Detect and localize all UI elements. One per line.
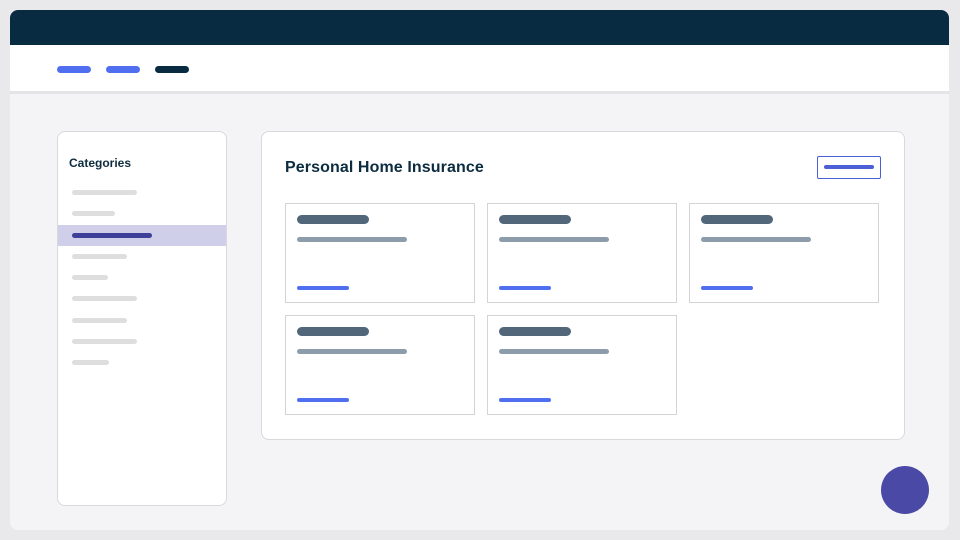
nav-link-current[interactable] (155, 66, 189, 73)
product-card[interactable] (487, 203, 677, 303)
categories-sidebar: Categories (57, 131, 227, 506)
app-window: Categories Personal Home Insurance (10, 10, 949, 530)
card-link[interactable] (499, 286, 551, 290)
sidebar-item-placeholder (72, 360, 109, 365)
card-title-placeholder (297, 215, 369, 224)
card-subtitle-placeholder (701, 237, 811, 242)
card-subtitle-placeholder (499, 237, 609, 242)
product-card[interactable] (689, 203, 879, 303)
nav-link-1[interactable] (57, 66, 91, 73)
sidebar-item-placeholder (72, 254, 127, 259)
panel-action-button[interactable] (817, 156, 881, 179)
card-link[interactable] (701, 286, 753, 290)
sidebar-item-placeholder (72, 190, 137, 195)
sidebar-item-placeholder (72, 339, 137, 344)
product-card[interactable] (285, 315, 475, 415)
card-title-placeholder (701, 215, 773, 224)
sidebar-item[interactable] (58, 310, 226, 331)
nav-bar (10, 45, 949, 94)
card-title-placeholder (499, 327, 571, 336)
sidebar-item-placeholder (72, 211, 115, 216)
nav-link-2[interactable] (106, 66, 140, 73)
button-label-placeholder (824, 165, 874, 169)
sidebar-item[interactable] (58, 246, 226, 267)
product-card[interactable] (487, 315, 677, 415)
chat-fab-button[interactable] (881, 466, 929, 514)
sidebar-item[interactable] (58, 182, 226, 203)
card-subtitle-placeholder (297, 349, 407, 354)
sidebar-item[interactable] (58, 288, 226, 309)
sidebar-item-placeholder (72, 275, 108, 280)
card-link[interactable] (297, 398, 349, 402)
sidebar-item-placeholder (72, 233, 152, 238)
sidebar-item[interactable] (58, 352, 226, 373)
sidebar-item[interactable] (58, 331, 226, 352)
card-subtitle-placeholder (499, 349, 609, 354)
sidebar-item[interactable] (58, 267, 226, 288)
card-title-placeholder (297, 327, 369, 336)
card-title-placeholder (499, 215, 571, 224)
card-subtitle-placeholder (297, 237, 407, 242)
sidebar-item-placeholder (72, 296, 137, 301)
content-panel: Personal Home Insurance (261, 131, 905, 440)
product-card[interactable] (285, 203, 475, 303)
page-title: Personal Home Insurance (285, 159, 484, 176)
card-link[interactable] (297, 286, 349, 290)
sidebar-item-placeholder (72, 318, 127, 323)
top-bar (10, 10, 949, 45)
card-link[interactable] (499, 398, 551, 402)
sidebar-item[interactable] (58, 203, 226, 224)
sidebar-item-active[interactable] (58, 225, 226, 246)
sidebar-title: Categories (69, 156, 132, 170)
